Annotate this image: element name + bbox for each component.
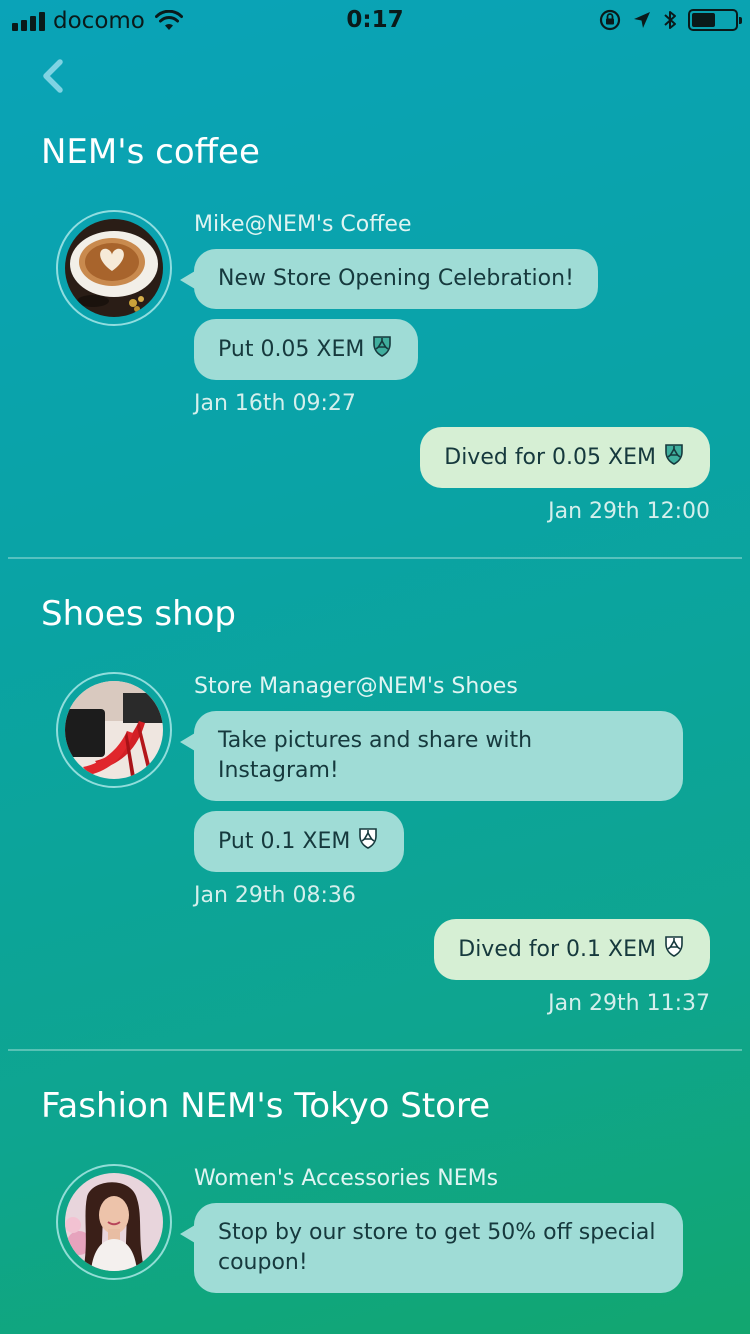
store-avatar[interactable] bbox=[56, 1164, 172, 1280]
section-title: Shoes shop bbox=[41, 594, 237, 634]
xem-icon bbox=[665, 936, 683, 957]
xem-icon bbox=[359, 828, 378, 849]
sender-name: Store Manager@NEM's Shoes bbox=[194, 674, 518, 699]
sender-name: Mike@NEM's Coffee bbox=[194, 212, 412, 237]
xem-amount-bubble: Put 0.05 XEM bbox=[194, 319, 419, 380]
message-bubble: New Store Opening Celebration! bbox=[180, 249, 598, 309]
put-amount-text: Put 0.05 XEM bbox=[218, 337, 365, 362]
message-text: Take pictures and share with Instagram! bbox=[218, 728, 533, 783]
section-title: Fashion NEM's Tokyo Store bbox=[41, 1086, 491, 1126]
xem-icon bbox=[373, 336, 392, 357]
received-timestamp: Jan 16th 09:27 bbox=[194, 391, 356, 416]
message-text: New Store Opening Celebration! bbox=[218, 266, 574, 291]
received-timestamp: Jan 29th 08:36 bbox=[194, 883, 356, 908]
store-avatar[interactable] bbox=[56, 672, 172, 788]
dived-bubble: Dived for 0.1 XEM bbox=[434, 919, 710, 980]
xem-icon bbox=[665, 444, 683, 465]
dived-text: Dived for 0.1 XEM bbox=[458, 937, 656, 962]
fashion-avatar-image bbox=[65, 1173, 163, 1271]
status-bar: docomo 0:17 bbox=[0, 0, 750, 40]
put-amount-text: Put 0.1 XEM bbox=[218, 829, 351, 854]
section-title: NEM's coffee bbox=[41, 132, 260, 172]
xem-amount-bubble: Put 0.1 XEM bbox=[194, 811, 405, 872]
back-chevron-icon[interactable] bbox=[36, 56, 76, 96]
shoes-avatar-image bbox=[65, 681, 163, 779]
dived-timestamp: Jan 29th 12:00 bbox=[548, 499, 710, 524]
message-bubble: Take pictures and share with Instagram! bbox=[180, 711, 683, 801]
dived-bubble: Dived for 0.05 XEM bbox=[420, 427, 710, 488]
bluetooth-icon bbox=[664, 11, 676, 29]
message-bubble: Stop by our store to get 50% off special… bbox=[180, 1203, 683, 1293]
coffee-avatar-image bbox=[65, 219, 163, 317]
location-arrow-icon bbox=[634, 12, 650, 28]
section-divider bbox=[8, 1049, 742, 1051]
dived-text: Dived for 0.05 XEM bbox=[444, 445, 656, 470]
message-text: Stop by our store to get 50% off special… bbox=[218, 1220, 656, 1275]
rotation-lock-icon bbox=[599, 9, 621, 31]
section-divider bbox=[8, 557, 742, 559]
sender-name: Women's Accessories NEMs bbox=[194, 1166, 499, 1191]
battery-icon bbox=[688, 9, 742, 31]
dived-timestamp: Jan 29th 11:37 bbox=[548, 991, 710, 1016]
store-avatar[interactable] bbox=[56, 210, 172, 326]
